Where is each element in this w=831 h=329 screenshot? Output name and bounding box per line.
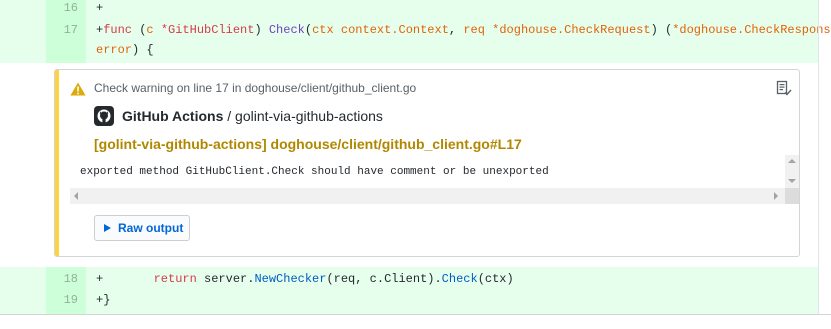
code-token: ) bbox=[254, 23, 269, 37]
check-separator: / bbox=[223, 108, 236, 124]
line-number[interactable]: 18 bbox=[46, 268, 78, 290]
code-content: +} bbox=[96, 289, 110, 311]
code-token: ( bbox=[132, 23, 147, 37]
scroll-left-arrow-icon[interactable] bbox=[74, 192, 78, 200]
raw-output-label: Raw output bbox=[118, 221, 184, 235]
vertical-scrollbar[interactable] bbox=[785, 155, 799, 188]
code-token: server. bbox=[196, 272, 255, 286]
scrollbar-corner bbox=[785, 188, 799, 204]
code-content: + bbox=[96, 0, 103, 19]
code-token: *doghouse.CheckRequest bbox=[492, 23, 651, 37]
code-token: return bbox=[153, 272, 197, 286]
code-token: (req, c.Client). bbox=[326, 272, 442, 286]
code-token: context.Context bbox=[340, 23, 449, 37]
pull-request-diff-view: 16 +17 +func (c *GitHubClient) Check(ctx c… bbox=[0, 0, 831, 329]
diff-line: 17 +func (c *GitHubClient) Check(ctx cont… bbox=[0, 19, 831, 41]
code-token: (ctx) bbox=[477, 272, 514, 286]
code-token: Check bbox=[268, 23, 305, 37]
diff-line: 18 + return server.NewChecker(req, c.Clie… bbox=[0, 268, 818, 290]
code-content: +func (c *GitHubClient) Check(ctx contex… bbox=[96, 19, 831, 41]
code-token: +} bbox=[96, 293, 111, 307]
code-token: c bbox=[146, 23, 154, 37]
code-token: + bbox=[96, 272, 154, 286]
code-token: + bbox=[96, 1, 104, 15]
code-token: *GitHubClient bbox=[160, 23, 255, 37]
scroll-right-arrow-icon[interactable] bbox=[774, 192, 778, 200]
check-app-name: GitHub Actions bbox=[122, 108, 224, 124]
code-token: ctx bbox=[312, 23, 334, 37]
code-token: ( bbox=[304, 23, 313, 37]
line-number[interactable]: 19 bbox=[46, 289, 78, 311]
raw-output-button[interactable]: Raw output bbox=[94, 215, 190, 241]
scroll-up-arrow-icon[interactable] bbox=[788, 159, 796, 163]
diff-line: 19 +} bbox=[0, 289, 818, 311]
annotation-warning-stripe bbox=[55, 70, 59, 256]
annotation-title: Check warning on line 17 in doghouse/cli… bbox=[94, 81, 417, 95]
code-token: Check bbox=[441, 272, 478, 286]
code-token: func bbox=[103, 23, 133, 37]
code-token: req bbox=[463, 23, 485, 37]
check-run-title: GitHub Actions / golint-via-github-actio… bbox=[122, 108, 383, 124]
copy-icon[interactable] bbox=[776, 80, 792, 96]
code-token: ) { bbox=[132, 43, 154, 57]
scroll-down-arrow-icon[interactable] bbox=[788, 179, 796, 183]
diff-right-border bbox=[818, 0, 819, 315]
horizontal-scrollbar[interactable] bbox=[70, 188, 785, 204]
diff-line: error) { bbox=[0, 39, 818, 61]
code-token: ) ( bbox=[650, 23, 673, 37]
code-content: + return server.NewChecker(req, c.Client… bbox=[96, 268, 514, 290]
check-name: golint-via-github-actions bbox=[235, 108, 383, 124]
code-content: error) { bbox=[96, 39, 154, 61]
diff-line: 16 + bbox=[0, 0, 818, 19]
line-number[interactable]: 16 bbox=[46, 0, 78, 19]
code-token: , bbox=[448, 23, 464, 37]
triangle-right-icon bbox=[104, 224, 111, 232]
check-annotation: Check warning on line 17 in doghouse/cli… bbox=[54, 69, 800, 257]
annotation-message: exported method GitHubClient.Check shoul… bbox=[80, 166, 549, 178]
code-token: *doghouse.CheckResponse bbox=[672, 23, 831, 37]
code-token: error bbox=[96, 43, 133, 57]
code-token: NewChecker bbox=[254, 272, 327, 286]
github-mark-icon bbox=[94, 106, 114, 126]
diff-bottom-border bbox=[0, 314, 831, 315]
annotation-path-link[interactable]: [golint-via-github-actions] doghouse/cli… bbox=[94, 136, 522, 152]
line-number[interactable]: 17 bbox=[46, 19, 78, 41]
alert-icon bbox=[70, 82, 86, 96]
